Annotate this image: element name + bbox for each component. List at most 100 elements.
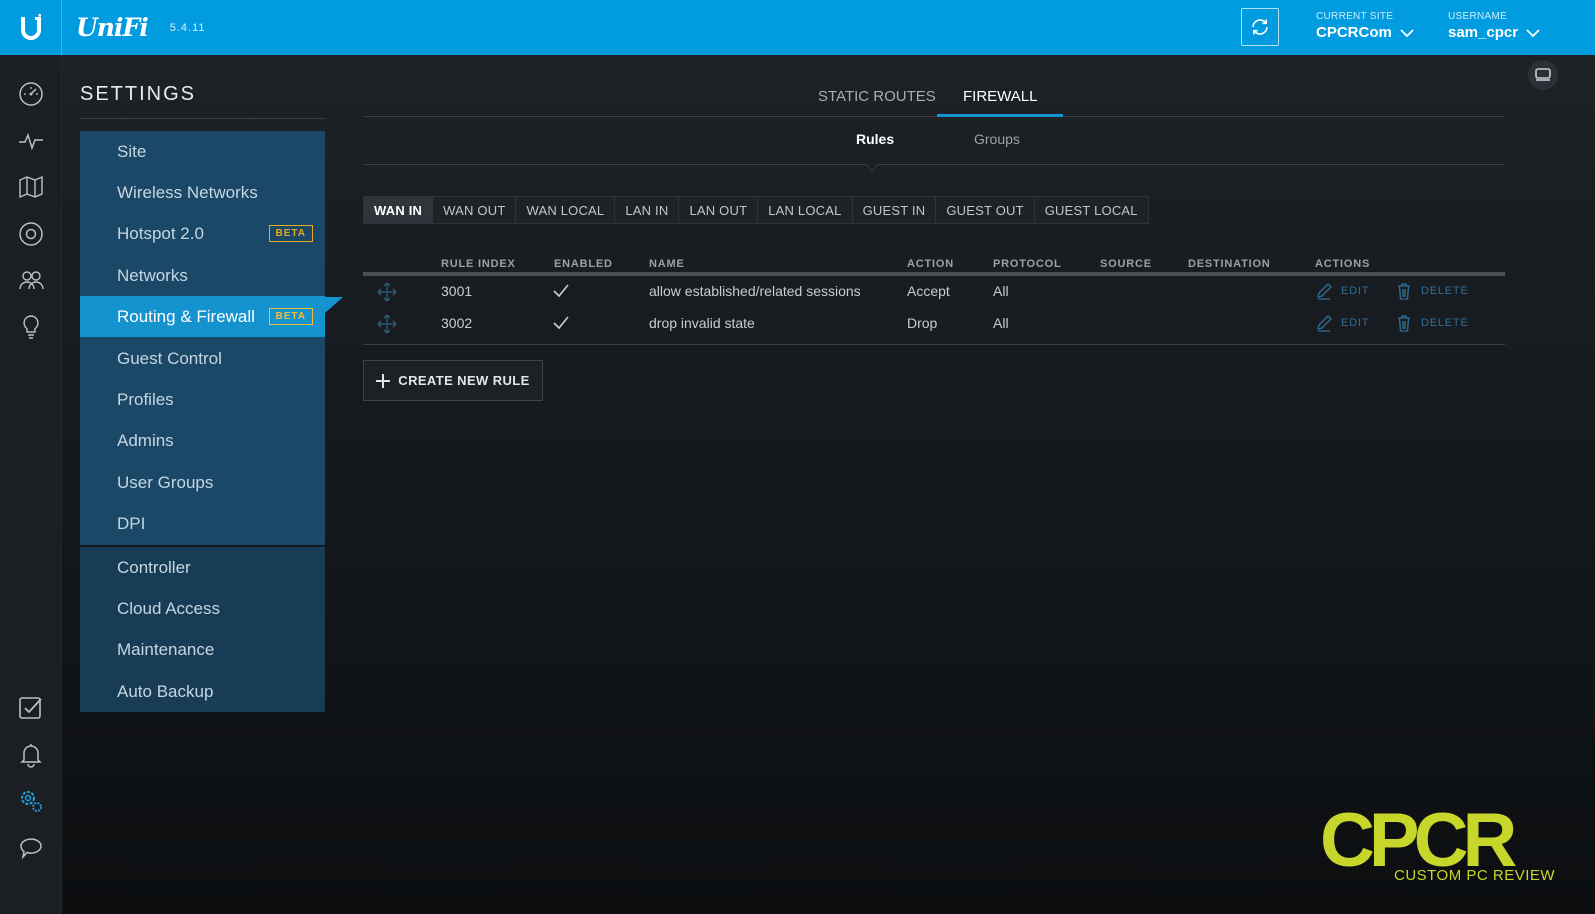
sidebar-item-maintenance[interactable]: Maintenance bbox=[80, 629, 325, 670]
settings-menu-system: Controller Cloud Access Maintenance Auto… bbox=[80, 547, 325, 712]
column-header[interactable]: ENABLED bbox=[554, 258, 613, 270]
cpcr-watermark-subtitle: CUSTOM PC REVIEW bbox=[1394, 867, 1556, 884]
active-indicator bbox=[325, 297, 343, 313]
column-header: ACTIONS bbox=[1315, 258, 1371, 270]
divider bbox=[80, 118, 325, 119]
check-icon bbox=[553, 316, 569, 330]
statistics-icon[interactable] bbox=[17, 127, 45, 155]
sidebar-item-user-groups[interactable]: User Groups bbox=[80, 462, 325, 503]
pencil-icon bbox=[1317, 283, 1332, 300]
devices-icon[interactable] bbox=[17, 220, 45, 248]
help-panel-toggle[interactable] bbox=[1528, 60, 1558, 90]
user-menu[interactable]: USERNAME sam_cpcr bbox=[1448, 11, 1540, 41]
sidebar-item-label: Cloud Access bbox=[117, 598, 220, 618]
insights-icon[interactable] bbox=[17, 313, 45, 341]
top-header: UniFi 5.4.11 CURRENT SITE CPCRCom USERNA… bbox=[0, 0, 1595, 55]
sidebar-item-site[interactable]: Site bbox=[80, 131, 325, 172]
check-icon bbox=[553, 284, 569, 298]
rules-table: RULE INDEX ENABLED NAME ACTION PROTOCOL … bbox=[363, 254, 1505, 340]
sidebar-item-auto-backup[interactable]: Auto Backup bbox=[80, 671, 325, 712]
settings-title: SETTINGS bbox=[80, 83, 197, 105]
sidebar-item-profiles[interactable]: Profiles bbox=[80, 379, 325, 420]
sidebar-item-label: Guest Control bbox=[117, 348, 222, 368]
segment-guest-local[interactable]: GUEST LOCAL bbox=[1035, 197, 1148, 223]
edit-button[interactable]: EDIT bbox=[1315, 314, 1369, 332]
trash-icon bbox=[1398, 315, 1410, 332]
refresh-icon bbox=[1252, 19, 1268, 35]
site-selector[interactable]: CURRENT SITE CPCRCom bbox=[1316, 11, 1414, 41]
sidebar-item-networks[interactable]: Networks bbox=[80, 255, 325, 296]
main-tabs: STATIC ROUTES FIREWALL bbox=[363, 80, 1505, 117]
sidebar-item-label: Routing & Firewall bbox=[117, 306, 255, 326]
map-icon[interactable] bbox=[17, 173, 45, 201]
delete-button[interactable]: DELETE bbox=[1395, 282, 1469, 300]
sidebar-item-label: DPI bbox=[117, 513, 146, 533]
sidebar-item-wireless-networks[interactable]: Wireless Networks bbox=[80, 172, 325, 213]
ubiquiti-logo[interactable] bbox=[0, 0, 62, 55]
chevron-down-icon bbox=[1526, 28, 1540, 37]
segment-lan-local[interactable]: LAN LOCAL bbox=[758, 197, 853, 223]
create-new-rule-button[interactable]: CREATE NEW RULE bbox=[363, 360, 543, 401]
alerts-icon[interactable] bbox=[17, 741, 45, 769]
username-label: USERNAME bbox=[1448, 11, 1508, 22]
sidebar-item-admins[interactable]: Admins bbox=[80, 420, 325, 461]
chat-bubble-icon bbox=[1535, 68, 1551, 81]
events-icon[interactable] bbox=[17, 694, 45, 722]
tab-groups[interactable]: Groups bbox=[974, 131, 1020, 147]
sidebar-item-label: Maintenance bbox=[117, 639, 215, 659]
column-header[interactable]: PROTOCOL bbox=[993, 258, 1062, 270]
rule-index: 3002 bbox=[441, 315, 473, 331]
settings-icon[interactable] bbox=[17, 787, 45, 815]
column-header[interactable]: SOURCE bbox=[1100, 258, 1152, 270]
version-label: 5.4.11 bbox=[169, 21, 206, 34]
segment-guest-in[interactable]: GUEST IN bbox=[853, 197, 937, 223]
edit-label: EDIT bbox=[1341, 285, 1370, 297]
edit-button[interactable]: EDIT bbox=[1315, 282, 1369, 300]
create-new-rule-label: CREATE NEW RULE bbox=[398, 373, 530, 388]
drag-handle-icon[interactable] bbox=[377, 314, 397, 334]
tab-rules[interactable]: Rules bbox=[856, 131, 894, 147]
divider bbox=[363, 344, 1505, 345]
sidebar-item-hotspot[interactable]: Hotspot 2.0 BETA bbox=[80, 213, 325, 254]
rule-protocol: All bbox=[993, 315, 1009, 331]
sub-tabs: Rules Groups bbox=[363, 117, 1505, 165]
plus-icon bbox=[376, 373, 391, 388]
column-header[interactable]: DESTINATION bbox=[1188, 258, 1271, 270]
rule-protocol: All bbox=[993, 283, 1009, 299]
segment-wan-in[interactable]: WAN IN bbox=[364, 197, 434, 223]
sidebar-item-dpi[interactable]: DPI bbox=[80, 503, 325, 544]
sidebar-item-label: Networks bbox=[117, 265, 188, 285]
tab-static-routes[interactable]: STATIC ROUTES bbox=[818, 88, 936, 117]
refresh-button[interactable] bbox=[1241, 8, 1279, 46]
clients-icon[interactable] bbox=[17, 266, 45, 294]
rule-name: allow established/related sessions bbox=[649, 283, 861, 299]
column-header[interactable]: ACTION bbox=[907, 258, 954, 270]
chevron-down-icon bbox=[1400, 28, 1414, 37]
sidebar-item-label: Hotspot 2.0 bbox=[117, 223, 204, 243]
sidebar-item-cloud-access[interactable]: Cloud Access bbox=[80, 588, 325, 629]
beta-badge: BETA bbox=[268, 225, 313, 242]
sidebar-item-controller[interactable]: Controller bbox=[80, 547, 325, 588]
sidebar-item-label: User Groups bbox=[117, 472, 214, 492]
segment-lan-out[interactable]: LAN OUT bbox=[679, 197, 759, 223]
dashboard-icon[interactable] bbox=[17, 80, 45, 108]
segment-lan-in[interactable]: LAN IN bbox=[615, 197, 680, 223]
sidebar-item-routing-firewall[interactable]: Routing & Firewall BETA bbox=[80, 296, 325, 337]
segment-wan-local[interactable]: WAN LOCAL bbox=[516, 197, 616, 223]
segment-guest-out[interactable]: GUEST OUT bbox=[936, 197, 1035, 223]
left-nav-rail bbox=[0, 55, 62, 914]
chat-icon[interactable] bbox=[17, 834, 45, 862]
delete-label: DELETE bbox=[1421, 317, 1469, 329]
rule-name: drop invalid state bbox=[649, 315, 755, 331]
sidebar-item-label: Admins bbox=[117, 430, 174, 450]
column-header[interactable]: NAME bbox=[649, 258, 685, 270]
tab-firewall[interactable]: FIREWALL bbox=[937, 88, 1064, 117]
rule-action: Accept bbox=[907, 283, 950, 299]
sidebar-item-label: Controller bbox=[117, 557, 191, 577]
sidebar-item-guest-control[interactable]: Guest Control bbox=[80, 338, 325, 379]
segment-wan-out[interactable]: WAN OUT bbox=[433, 197, 517, 223]
delete-button[interactable]: DELETE bbox=[1395, 314, 1469, 332]
drag-handle-icon[interactable] bbox=[377, 282, 397, 302]
column-header[interactable]: RULE INDEX bbox=[441, 258, 516, 270]
current-site-label: CURRENT SITE bbox=[1316, 11, 1394, 22]
